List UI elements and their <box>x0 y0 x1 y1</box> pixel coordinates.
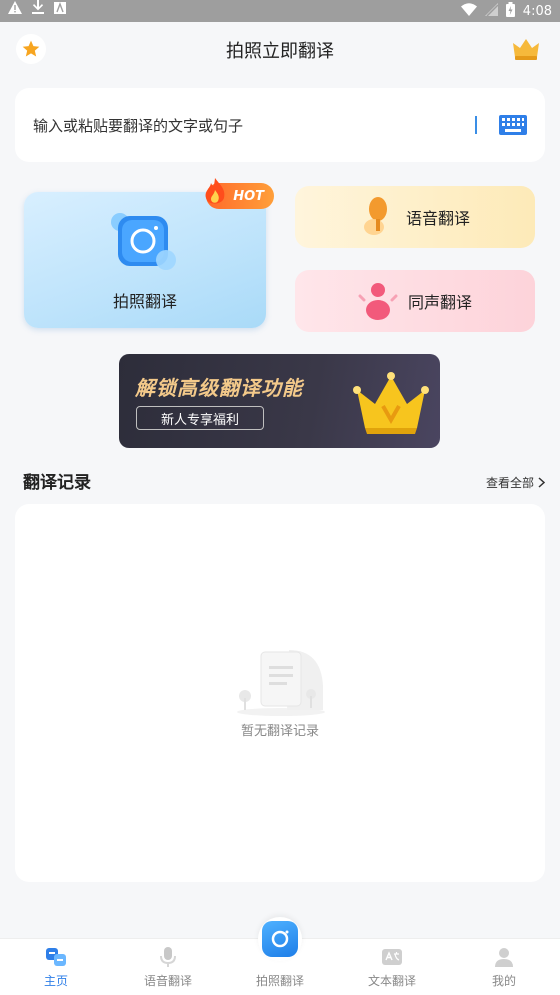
download-icon <box>32 0 44 22</box>
text-translate-icon <box>382 949 402 965</box>
premium-banner[interactable]: 解锁高级翻译功能 新人专享福利 <box>119 354 440 448</box>
empty-document-icon <box>237 650 325 716</box>
view-all-link[interactable]: 查看全部 <box>486 474 545 491</box>
history-card: 暂无翻译记录 <box>15 504 545 882</box>
nav-text-label: 文本翻译 <box>367 974 416 988</box>
page-title: 拍照立即翻译 <box>226 41 334 62</box>
simultaneous-translate-tile[interactable]: 同声翻译 <box>295 270 535 332</box>
banner-title: 解锁高级翻译功能 <box>135 376 303 400</box>
status-bar: 4:08 <box>0 0 560 22</box>
warning-icon <box>8 0 22 22</box>
nav-home-label: 主页 <box>43 974 68 988</box>
nav-voice-label: 语音翻译 <box>143 974 192 988</box>
people-icon <box>358 283 398 320</box>
flame-icon <box>205 178 225 204</box>
photo-translate-tile[interactable]: 拍照翻译 <box>24 192 266 328</box>
view-all-label: 查看全部 <box>485 476 534 490</box>
nav-photo-label: 拍照翻译 <box>255 974 304 988</box>
text-cursor <box>475 116 477 134</box>
chevron-right-icon <box>538 477 545 488</box>
nav-voice-translate[interactable]: 语音翻译 <box>112 939 224 995</box>
translate-input[interactable]: 输入或粘贴要翻译的文字或句子 <box>33 115 475 136</box>
signal-icon <box>484 2 499 20</box>
status-time: 4:08 <box>522 3 552 19</box>
camera-icon <box>111 213 176 270</box>
app-header: 拍照立即翻译 <box>0 22 560 78</box>
empty-history-text: 暂无翻译记录 <box>240 724 319 739</box>
nav-camera-button[interactable] <box>258 917 302 961</box>
profile-icon <box>495 948 513 967</box>
photo-translate-label: 拍照翻译 <box>112 292 177 311</box>
hot-badge-text: HOT <box>233 188 264 204</box>
simultaneous-translate-label: 同声翻译 <box>407 293 472 312</box>
text-icon <box>54 0 66 22</box>
nav-home[interactable]: 主页 <box>0 939 112 995</box>
battery-icon <box>505 1 515 21</box>
vip-button[interactable] <box>510 36 542 62</box>
voice-translate-tile[interactable]: 语音翻译 <box>295 186 535 248</box>
vip-crown-icon <box>513 39 539 60</box>
new-user-benefit-button[interactable]: 新人专享福利 <box>136 406 264 430</box>
keyboard-icon[interactable] <box>499 115 527 135</box>
camera-icon <box>262 921 298 957</box>
text-input-card[interactable]: 输入或粘贴要翻译的文字或句子 <box>15 88 545 162</box>
star-icon <box>22 40 40 57</box>
microphone-icon <box>160 947 176 967</box>
nav-profile[interactable]: 我的 <box>448 939 560 995</box>
home-icon <box>46 948 66 966</box>
favorites-button[interactable] <box>16 34 46 64</box>
history-title: 翻译记录 <box>23 473 91 493</box>
microphone-icon <box>363 197 387 235</box>
nav-text-translate[interactable]: 文本翻译 <box>336 939 448 995</box>
nav-profile-label: 我的 <box>491 974 516 988</box>
wifi-icon <box>460 2 477 20</box>
crown-icon <box>353 372 429 434</box>
voice-translate-label: 语音翻译 <box>405 209 470 228</box>
